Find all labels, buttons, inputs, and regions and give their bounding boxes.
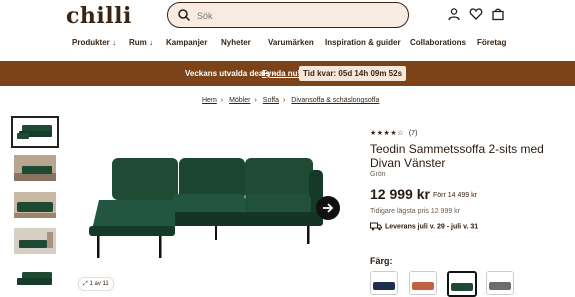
product-rating[interactable]: ★★★★☆ (7) [370,129,417,137]
main-nav: Produkter ↓ Rum ↓ Kampanjer Nyheter Varu… [0,36,575,52]
thumbnail-3[interactable] [14,192,56,218]
swatch-image [487,272,513,294]
color-swatch-green[interactable] [447,271,477,297]
nav-item-rum[interactable]: Rum ↓ [129,38,153,47]
breadcrumb-hem[interactable]: Hem [202,97,217,104]
sofa-thumbnail-image [17,125,52,139]
color-swatch-blue[interactable] [370,271,398,295]
rating-stars-icon: ★★★★☆ [370,130,404,137]
product-color-name: Grön [370,171,386,178]
thumbnail-2[interactable] [14,155,56,181]
nav-item-produkter[interactable]: Produkter ↓ [72,38,116,47]
promo-link[interactable]: Fynda nu! [262,69,300,78]
nav-item-nyheter[interactable]: Nyheter [221,38,251,47]
heart-icon[interactable] [469,7,483,21]
promo-banner: Veckans utvalda deals - Fynda nu! Tid kv… [0,61,575,86]
swatch-image [449,273,475,295]
expand-icon[interactable]: ⤢ [83,281,88,287]
product-title: Teodin Sammetssoffa 2-sits med Divan Vän… [370,142,544,170]
product-old-price: Förr 14 499 kr [433,192,477,199]
breadcrumb-divansoffa[interactable]: Divansoffa & schäslongsoffa [291,97,379,104]
promo-timer: Tid kvar: 05d 14h 09m 52s [299,66,407,81]
breadcrumb: Hem › Möbler › Soffa › Divansoffa & schäslo… [202,97,380,104]
nav-item-collaborations[interactable]: Collaborations [410,38,466,47]
delivery-text: Leverans juli v. 29 - juli v. 31 [385,223,479,231]
color-swatch-grey[interactable] [486,271,514,295]
search-input[interactable] [195,6,399,25]
rating-count: (7) [408,130,418,137]
search-bar[interactable] [167,2,409,28]
image-counter: ⤢ 1 av 11 [78,277,114,291]
color-swatch-rust[interactable] [409,271,437,295]
thumbnail-1[interactable] [11,116,59,148]
nav-item-inspiration[interactable]: Inspiration & guider [325,38,401,47]
search-icon [178,9,191,22]
arrow-right-icon [323,203,334,213]
truck-icon [370,222,382,231]
delivery-info: Leverans juli v. 29 - juli v. 31 [370,222,478,231]
product-main-image[interactable] [85,150,325,262]
sofa-thumbnail-image [17,272,52,285]
nav-item-varumarken[interactable]: Varumärken [268,38,314,47]
nav-item-kampanjer[interactable]: Kampanjer [166,38,207,47]
thumbnail-4[interactable] [14,228,56,254]
thumbnail-5[interactable] [14,266,56,292]
room-thumbnail-image [14,228,56,254]
image-counter-text: 1 av 11 [89,281,109,287]
product-price: 12 999 kr [370,186,430,202]
breadcrumb-mobler[interactable]: Möbler [229,97,250,104]
swatch-image [410,272,436,294]
site-header: chilli Produkter ↓ Rum ↓ Kampanjer Nyhet… [0,0,575,60]
nav-item-foretag[interactable]: Företag [477,38,506,47]
swatch-image [371,272,397,294]
next-image-button[interactable] [316,196,340,220]
room-thumbnail-image [14,155,56,181]
chilli-logo[interactable]: chilli [66,3,132,29]
room-thumbnail-image [14,192,56,218]
user-icon[interactable] [447,7,461,21]
color-label: Färg: [370,256,393,266]
breadcrumb-soffa[interactable]: Soffa [263,97,279,104]
cart-icon[interactable] [491,7,505,21]
lowest-price-info: Tidigare lägsta pris 12 999 kr [370,208,461,215]
